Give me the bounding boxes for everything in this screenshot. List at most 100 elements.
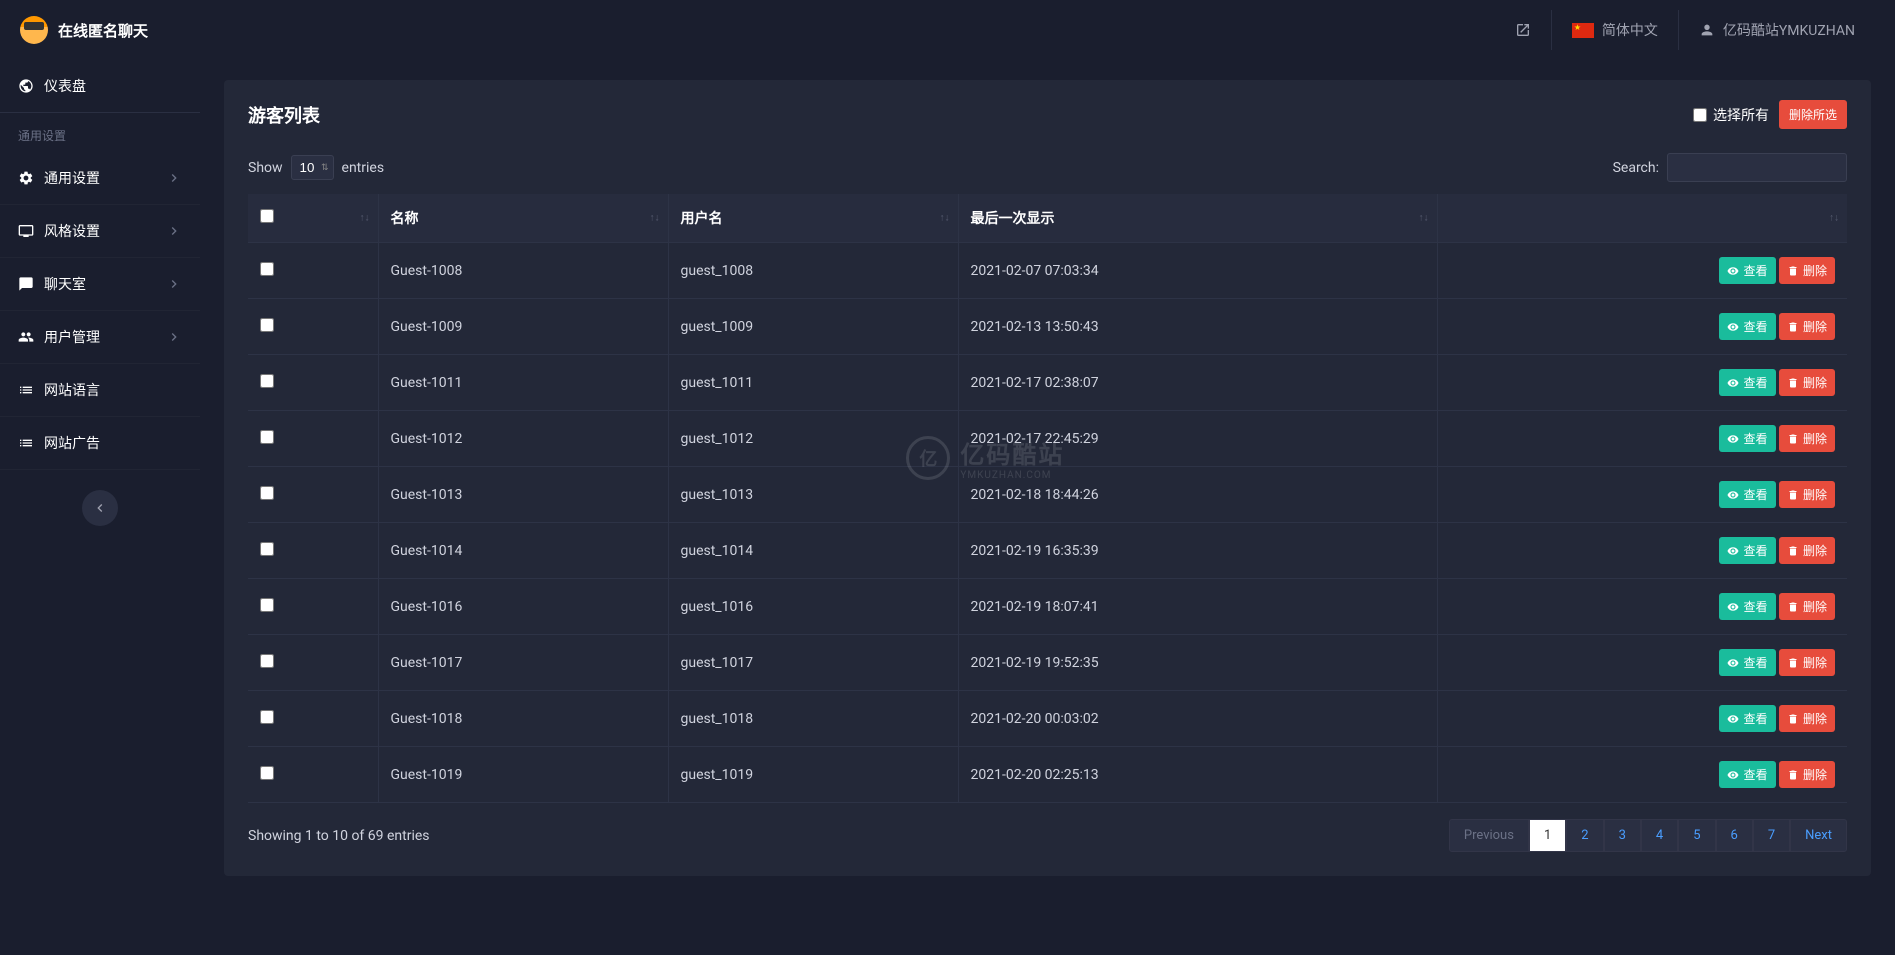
sidebar-item-label: 用户管理 (44, 327, 100, 347)
row-checkbox[interactable] (260, 486, 274, 500)
view-button[interactable]: 查看 (1719, 761, 1775, 788)
chevron-right-icon (166, 329, 182, 345)
delete-button[interactable]: 删除 (1779, 313, 1835, 340)
logo-icon (20, 16, 48, 44)
row-checkbox[interactable] (260, 710, 274, 724)
page-prev[interactable]: Previous (1449, 819, 1529, 852)
cell-username: guest_1012 (668, 411, 958, 467)
view-button[interactable]: 查看 (1719, 593, 1775, 620)
row-checkbox[interactable] (260, 542, 274, 556)
page-1[interactable]: 1 (1529, 819, 1566, 852)
cell-username: guest_1017 (668, 635, 958, 691)
main-content: 游客列表 选择所有 删除所选 Show 10 (200, 60, 1895, 955)
user-menu[interactable]: 亿码酷站YMKUZHAN (1678, 10, 1875, 50)
sort-icon: ↑↓ (940, 215, 950, 222)
trash-icon (1787, 657, 1799, 669)
cell-name: Guest-1016 (378, 579, 668, 635)
col-header-username[interactable]: 用户名 ↑↓ (668, 194, 958, 243)
col-header-check[interactable]: ↑↓ (248, 194, 378, 243)
eye-icon (1727, 433, 1739, 445)
table-footer: Showing 1 to 10 of 69 entries Previous12… (248, 819, 1847, 852)
trash-icon (1787, 601, 1799, 613)
footer-info: Showing 1 to 10 of 69 entries (248, 828, 430, 844)
select-all-checkbox[interactable] (1693, 108, 1707, 122)
delete-button[interactable]: 删除 (1779, 369, 1835, 396)
select-all-label[interactable]: 选择所有 (1693, 105, 1769, 125)
trash-icon (1787, 265, 1799, 277)
cell-lastseen: 2021-02-17 02:38:07 (958, 355, 1437, 411)
brand[interactable]: 在线匿名聊天 (20, 16, 148, 44)
topbar: 在线匿名聊天 简体中文 亿码酷站YMKUZHAN (0, 0, 1895, 60)
brand-text: 在线匿名聊天 (58, 20, 148, 41)
cell-username: guest_1008 (668, 243, 958, 299)
table-row: Guest-1016 guest_1016 2021-02-19 18:07:4… (248, 579, 1847, 635)
sidebar-item-1[interactable]: 风格设置 (0, 205, 200, 258)
delete-selected-button[interactable]: 删除所选 (1779, 100, 1847, 129)
sidebar-item-2[interactable]: 聊天室 (0, 258, 200, 311)
cell-username: guest_1009 (668, 299, 958, 355)
col-header-lastseen[interactable]: 最后一次显示 ↑↓ (958, 194, 1437, 243)
delete-button[interactable]: 删除 (1779, 649, 1835, 676)
language-label: 简体中文 (1602, 20, 1658, 40)
page-3[interactable]: 3 (1604, 819, 1641, 852)
page-next[interactable]: Next (1790, 819, 1847, 852)
delete-button[interactable]: 删除 (1779, 425, 1835, 452)
sidebar-item-0[interactable]: 通用设置 (0, 152, 200, 205)
row-checkbox[interactable] (260, 598, 274, 612)
trash-icon (1787, 377, 1799, 389)
sidebar-collapse-button[interactable] (82, 490, 118, 526)
delete-button[interactable]: 删除 (1779, 761, 1835, 788)
view-button[interactable]: 查看 (1719, 425, 1775, 452)
search-label: Search: (1613, 160, 1659, 176)
view-button[interactable]: 查看 (1719, 537, 1775, 564)
nav-dashboard[interactable]: 仪表盘 (0, 60, 200, 113)
show-label: Show (248, 160, 283, 176)
header-checkbox[interactable] (260, 209, 274, 223)
page-6[interactable]: 6 (1716, 819, 1753, 852)
view-button[interactable]: 查看 (1719, 649, 1775, 676)
external-link-button[interactable] (1495, 10, 1551, 50)
table-row: Guest-1017 guest_1017 2021-02-19 19:52:3… (248, 635, 1847, 691)
view-button[interactable]: 查看 (1719, 369, 1775, 396)
delete-button[interactable]: 删除 (1779, 537, 1835, 564)
page-2[interactable]: 2 (1566, 819, 1603, 852)
cell-lastseen: 2021-02-20 02:25:13 (958, 747, 1437, 803)
view-button[interactable]: 查看 (1719, 481, 1775, 508)
delete-button[interactable]: 删除 (1779, 481, 1835, 508)
view-button[interactable]: 查看 (1719, 257, 1775, 284)
page-size-select[interactable]: 10 (291, 155, 334, 180)
header-actions: 选择所有 删除所选 (1693, 100, 1847, 129)
delete-button[interactable]: 删除 (1779, 593, 1835, 620)
row-checkbox[interactable] (260, 262, 274, 276)
chevron-right-icon (166, 276, 182, 292)
row-checkbox[interactable] (260, 374, 274, 388)
cell-lastseen: 2021-02-19 19:52:35 (958, 635, 1437, 691)
chevron-right-icon (166, 223, 182, 239)
sidebar-item-label: 聊天室 (44, 274, 86, 294)
search-input[interactable] (1667, 153, 1847, 182)
eye-icon (1727, 657, 1739, 669)
page-7[interactable]: 7 (1753, 819, 1790, 852)
sidebar-item-4[interactable]: 网站语言 (0, 364, 200, 417)
delete-button[interactable]: 删除 (1779, 257, 1835, 284)
language-selector[interactable]: 简体中文 (1551, 10, 1678, 50)
row-checkbox[interactable] (260, 766, 274, 780)
page-title: 游客列表 (248, 102, 320, 128)
col-header-name[interactable]: 名称 ↑↓ (378, 194, 668, 243)
view-button[interactable]: 查看 (1719, 705, 1775, 732)
sidebar-item-3[interactable]: 用户管理 (0, 311, 200, 364)
sidebar-item-5[interactable]: 网站广告 (0, 417, 200, 470)
cell-lastseen: 2021-02-17 22:45:29 (958, 411, 1437, 467)
cell-name: Guest-1017 (378, 635, 668, 691)
row-checkbox[interactable] (260, 430, 274, 444)
delete-button[interactable]: 删除 (1779, 705, 1835, 732)
view-button[interactable]: 查看 (1719, 313, 1775, 340)
sort-icon: ↑↓ (1419, 215, 1429, 222)
row-checkbox[interactable] (260, 654, 274, 668)
list-icon (18, 382, 34, 398)
user-label: 亿码酷站YMKUZHAN (1723, 20, 1855, 40)
row-checkbox[interactable] (260, 318, 274, 332)
page-4[interactable]: 4 (1641, 819, 1678, 852)
page-5[interactable]: 5 (1678, 819, 1715, 852)
trash-icon (1787, 713, 1799, 725)
